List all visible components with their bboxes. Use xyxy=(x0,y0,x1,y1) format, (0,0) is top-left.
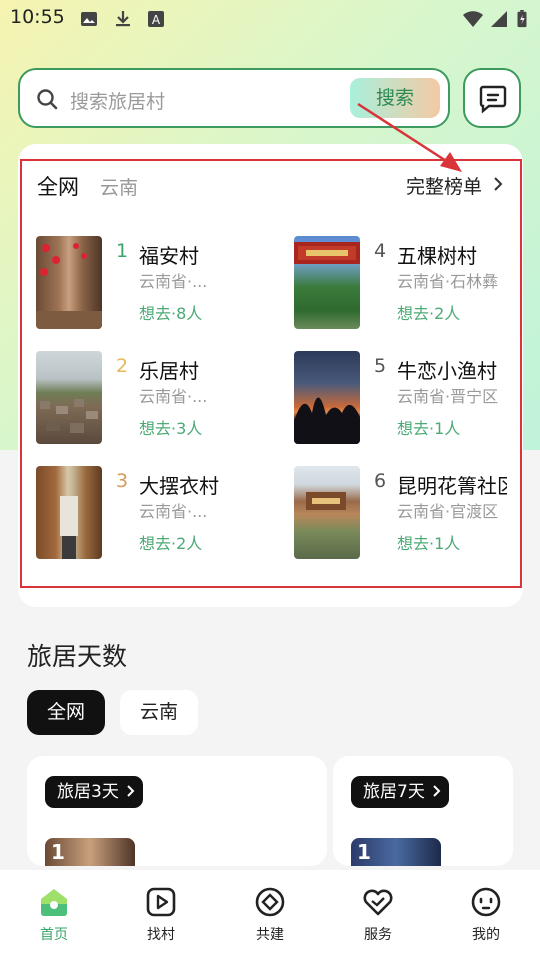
nav-label: 找村 xyxy=(147,927,175,943)
annotation-arrow xyxy=(357,102,462,172)
nav-home[interactable]: 首页 xyxy=(24,886,84,944)
village-location: 云南省·晋宁区 xyxy=(397,387,499,406)
status-bar: 10:55 A xyxy=(0,0,540,38)
village-thumbnail xyxy=(294,351,360,444)
village-thumbnail: 1 xyxy=(351,838,441,866)
chevron-right-icon xyxy=(433,785,441,797)
want-count: 想去·3人 xyxy=(139,419,203,438)
ranking-item[interactable]: 4 五棵树村 云南省·石林彝 想去·2人 xyxy=(294,236,524,330)
tab-all-network[interactable]: 全网 xyxy=(37,171,79,201)
diamond-icon xyxy=(255,887,285,917)
days-card[interactable]: 旅居3天 1 xyxy=(27,756,327,866)
village-thumbnail xyxy=(36,351,102,444)
message-button[interactable] xyxy=(463,68,521,128)
village-location: 云南省·... xyxy=(139,272,208,291)
village-thumbnail xyxy=(36,236,102,329)
village-name: 福安村 xyxy=(139,244,199,268)
village-thumbnail: 1 xyxy=(45,838,135,866)
days-tag[interactable]: 旅居3天 xyxy=(45,776,143,808)
days-tag[interactable]: 旅居7天 xyxy=(351,776,449,808)
village-name: 昆明花箐社区 xyxy=(397,474,507,498)
rank-number: 6 xyxy=(374,470,387,492)
want-count: 想去·1人 xyxy=(397,419,461,438)
wifi-icon xyxy=(463,11,483,27)
play-square-icon xyxy=(146,887,176,917)
nav-label: 首页 xyxy=(40,927,68,943)
want-count: 想去·2人 xyxy=(397,304,461,323)
nav-service[interactable]: 服务 xyxy=(348,886,408,944)
image-notification-icon xyxy=(81,12,97,26)
rank-number: 2 xyxy=(116,355,129,377)
village-name: 乐居村 xyxy=(139,359,199,383)
village-name: 大摆衣村 xyxy=(139,474,219,498)
days-tag-label: 旅居3天 xyxy=(57,782,119,802)
tab-yunnan[interactable]: 云南 xyxy=(100,173,138,200)
ranking-item[interactable]: 5 牛恋小渔村 云南省·晋宁区 想去·1人 xyxy=(294,351,524,445)
ranking-item[interactable]: 2 乐居村 云南省·... 想去·3人 xyxy=(36,351,266,445)
section-title: 旅居天数 xyxy=(27,642,128,671)
chevron-right-icon xyxy=(127,785,135,797)
signal-icon xyxy=(491,11,507,27)
village-name: 五棵树村 xyxy=(397,244,477,268)
status-time: 10:55 xyxy=(10,6,65,28)
face-icon xyxy=(471,887,501,917)
svg-text:A: A xyxy=(152,13,161,27)
nav-label: 我的 xyxy=(472,927,500,943)
rank-number: 5 xyxy=(374,355,387,377)
village-name: 牛恋小渔村 xyxy=(397,359,497,383)
want-count: 想去·8人 xyxy=(139,304,203,323)
nav-co-build[interactable]: 共建 xyxy=(240,886,300,944)
village-location: 云南省·石林彝 xyxy=(397,272,499,291)
nav-profile[interactable]: 我的 xyxy=(456,886,516,944)
chip-yunnan[interactable]: 云南 xyxy=(120,690,198,735)
days-tag-label: 旅居7天 xyxy=(363,782,425,802)
rank-number: 4 xyxy=(374,240,387,262)
want-count: 想去·1人 xyxy=(397,534,461,553)
app-notification-icon: A xyxy=(148,11,164,27)
nav-label: 服务 xyxy=(364,927,392,943)
rank-number: 3 xyxy=(116,470,129,492)
want-count: 想去·2人 xyxy=(139,534,203,553)
chip-all-network[interactable]: 全网 xyxy=(27,690,105,735)
message-icon xyxy=(479,85,507,114)
search-icon xyxy=(37,89,58,110)
ranking-item[interactable]: 6 昆明花箐社区 云南省·官渡区 想去·1人 xyxy=(294,466,524,560)
home-icon xyxy=(41,889,67,916)
village-thumbnail xyxy=(36,466,102,559)
village-location: 云南省·官渡区 xyxy=(397,502,499,521)
battery-icon xyxy=(517,10,527,28)
download-icon xyxy=(116,11,130,27)
village-location: 云南省·... xyxy=(139,387,208,406)
rank-number: 1 xyxy=(51,840,65,864)
nav-find-village[interactable]: 找村 xyxy=(131,886,191,944)
search-input[interactable]: 搜索旅居村 xyxy=(70,87,165,114)
village-location: 云南省·... xyxy=(139,502,208,521)
heart-handshake-icon xyxy=(363,889,393,916)
rank-number: 1 xyxy=(116,240,129,262)
ranking-item[interactable]: 1 福安村 云南省·... 想去·8人 xyxy=(36,236,266,330)
days-card[interactable]: 旅居7天 1 xyxy=(333,756,513,866)
rank-number: 1 xyxy=(357,840,371,864)
ranking-item[interactable]: 3 大摆衣村 云南省·... 想去·2人 xyxy=(36,466,266,560)
chevron-right-icon xyxy=(494,177,503,191)
bottom-nav: 首页 找村 共建 服务 我的 xyxy=(0,870,540,960)
village-thumbnail xyxy=(294,466,360,559)
village-thumbnail xyxy=(294,236,360,329)
nav-label: 共建 xyxy=(256,927,284,943)
